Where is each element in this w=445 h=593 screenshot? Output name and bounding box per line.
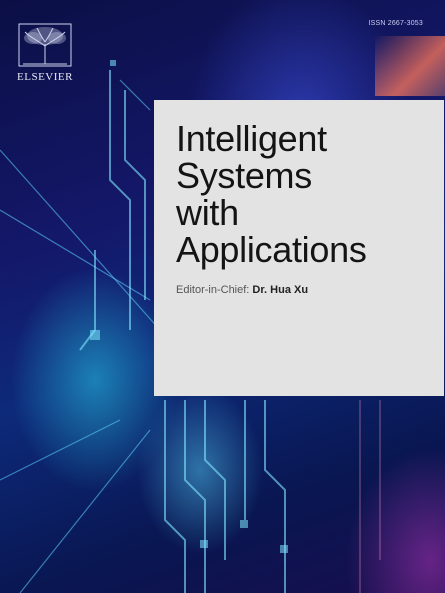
- elsevier-tree-icon: [18, 23, 72, 67]
- journal-cover: ELSEVIER ISSN 2667-3053 Intelligent Syst…: [0, 0, 445, 593]
- editor-in-chief: Editor-in-Chief: Dr. Hua Xu: [176, 284, 308, 296]
- journal-title: Intelligent Systems with Applications: [176, 120, 367, 268]
- editor-name: Dr. Hua Xu: [252, 284, 309, 296]
- editor-label: Editor-in-Chief:: [176, 284, 250, 296]
- title-line-3: with: [176, 192, 239, 233]
- publisher-logo: ELSEVIER: [14, 22, 76, 83]
- title-line-1: Intelligent: [176, 118, 327, 159]
- issn-number: ISSN 2667-3053: [368, 20, 423, 27]
- publisher-name: ELSEVIER: [17, 71, 73, 83]
- title-line-2: Systems: [176, 155, 312, 196]
- title-panel: Intelligent Systems with Applications Ed…: [154, 100, 444, 396]
- corner-light-accent: [375, 36, 445, 96]
- title-line-4: Applications: [176, 229, 367, 270]
